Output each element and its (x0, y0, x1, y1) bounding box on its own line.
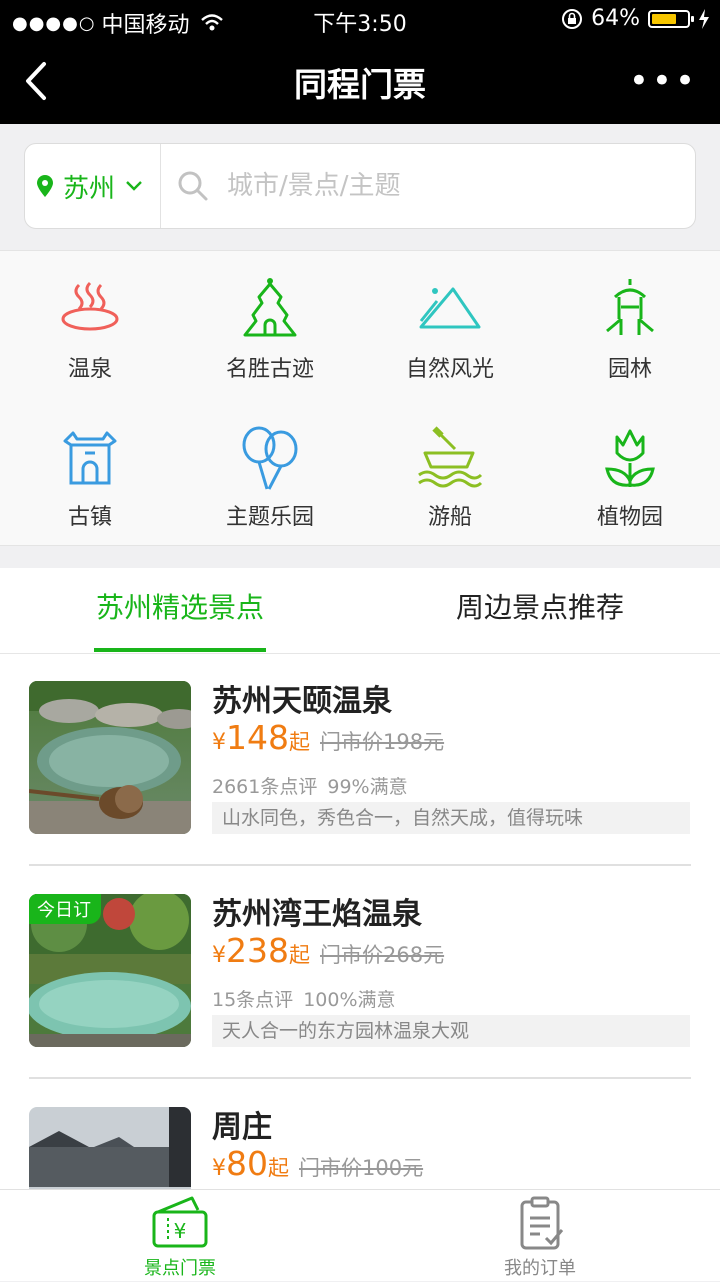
category-label: 植物园 (596, 505, 663, 530)
category-gardens[interactable]: 园林 (540, 263, 720, 393)
list-item[interactable]: 苏州天颐温泉 ¥ 148 起 门市价198元 2661条点评 99%满意 山水同色… (0, 654, 720, 866)
category-label: 主题乐园 (225, 505, 314, 530)
attraction-photo (29, 1107, 191, 1189)
category-label: 游船 (427, 505, 472, 530)
charging-icon (699, 8, 709, 29)
more-icon[interactable]: ••• (629, 64, 698, 98)
category-label: 古镇 (67, 505, 112, 530)
list-item[interactable]: 周庄 ¥ 80 起 门市价100元 (0, 1080, 720, 1189)
market-price: 门市价268元 (320, 943, 445, 967)
price: 148 (226, 718, 289, 757)
category-grid: 温泉 名胜古迹 自然风光 园林 古镇 主题乐园 游船 植物园 (0, 250, 720, 546)
tab-attraction-tickets[interactable]: ¥ 景点门票 (0, 1190, 360, 1282)
attraction-description: 山水同色，秀色合一，自然天成，值得玩味 (212, 802, 690, 834)
currency-symbol: ¥ (212, 1156, 226, 1181)
category-hot-spring[interactable]: 温泉 (0, 263, 180, 393)
page-title: 同程门票 (294, 65, 426, 104)
attraction-name: 周庄 (212, 1110, 272, 1145)
attraction-photo (29, 681, 191, 834)
tab-label: 景点门票 (144, 1258, 216, 1279)
review-count: 2661条点评 (212, 776, 318, 798)
category-label: 园林 (607, 357, 652, 382)
currency-symbol: ¥ (212, 943, 226, 968)
list-item[interactable]: 今日订 苏州湾王焰温泉 ¥ 238 起 门市价268元 15条点评 100%满意 … (0, 867, 720, 1079)
category-nature[interactable]: 自然风光 (360, 263, 540, 393)
ticket-icon: ¥ (152, 1196, 208, 1248)
tab-bar: 苏州精选景点 周边景点推荐 (0, 568, 720, 654)
svg-text:¥: ¥ (174, 1219, 187, 1243)
price-line: ¥ 238 起 门市价268元 (212, 931, 444, 970)
price-from-label: 起 (289, 943, 310, 967)
city-selector[interactable]: 苏州 (25, 144, 161, 228)
satisfaction-rate: 99%满意 (327, 776, 408, 798)
rotation-lock-icon (562, 8, 583, 29)
search-field[interactable] (177, 144, 695, 228)
battery-icon (648, 9, 694, 28)
order-icon (520, 1196, 564, 1250)
category-label: 自然风光 (405, 357, 494, 382)
tab-nearby-recommended[interactable]: 周边景点推荐 (360, 568, 720, 652)
flower-icon (605, 429, 655, 487)
price: 80 (226, 1144, 268, 1183)
category-theme-park[interactable]: 主题乐园 (180, 411, 360, 541)
attraction-name: 苏州天颐温泉 (212, 684, 392, 719)
bottom-tab-bar: ¥ 景点门票 我的订单 (0, 1189, 720, 1281)
town-gate-icon (63, 431, 117, 485)
market-price: 门市价100元 (299, 1156, 424, 1180)
boat-icon (418, 426, 483, 488)
city-name: 苏州 (63, 173, 116, 204)
price-from-label: 起 (268, 1156, 289, 1180)
tab-suzhou-featured[interactable]: 苏州精选景点 (0, 568, 360, 652)
pavilion-icon (606, 279, 654, 335)
balloon-icon (242, 426, 298, 490)
today-booking-badge: 今日订 (29, 894, 101, 924)
price-line: ¥ 148 起 门市价198元 (212, 718, 444, 757)
tab-label: 苏州精选景点 (95, 591, 264, 624)
market-price: 门市价198元 (320, 730, 445, 754)
category-label: 名胜古迹 (225, 357, 314, 382)
location-pin-icon (37, 175, 53, 197)
category-historic-sites[interactable]: 名胜古迹 (180, 263, 360, 393)
divider (29, 1077, 691, 1079)
nav-bar: 同程门票 ••• (0, 40, 720, 124)
rating-stats: 2661条点评 99%满意 (212, 772, 408, 799)
price: 238 (226, 931, 289, 970)
review-count: 15条点评 (212, 989, 294, 1011)
price-from-label: 起 (289, 730, 310, 754)
battery-percent: 64% (591, 6, 640, 31)
tab-my-orders[interactable]: 我的订单 (360, 1190, 720, 1282)
currency-symbol: ¥ (212, 730, 226, 755)
status-bar: ●●●●○ 中国移动 下午3:50 64% (0, 0, 720, 40)
attraction-photo: 今日订 (29, 894, 191, 1047)
search-box: 苏州 (24, 143, 696, 229)
battery-group: 64% (561, 6, 710, 31)
search-input[interactable] (225, 170, 649, 202)
satisfaction-rate: 100%满意 (303, 989, 396, 1011)
hot-spring-icon (61, 281, 119, 331)
tab-label: 我的订单 (504, 1258, 576, 1279)
category-label: 温泉 (67, 357, 112, 382)
active-tab-indicator (94, 648, 266, 652)
rating-stats: 15条点评 100%满意 (212, 985, 396, 1012)
tab-label: 周边景点推荐 (455, 591, 624, 624)
attraction-list: 苏州天颐温泉 ¥ 148 起 门市价198元 2661条点评 99%满意 山水同色… (0, 654, 720, 1189)
price-line: ¥ 80 起 门市价100元 (212, 1144, 423, 1183)
search-icon (178, 171, 208, 201)
chevron-down-icon (126, 181, 142, 191)
category-ancient-town[interactable]: 古镇 (0, 411, 180, 541)
mountain-icon (419, 287, 481, 329)
category-boat[interactable]: 游船 (360, 411, 540, 541)
attraction-description: 天人合一的东方园林温泉大观 (212, 1015, 690, 1047)
category-botanical-garden[interactable]: 植物园 (540, 411, 720, 541)
attraction-name: 苏州湾王焰温泉 (212, 897, 422, 932)
search-section: 苏州 (0, 124, 720, 250)
divider (29, 864, 691, 866)
pagoda-icon (243, 278, 297, 337)
